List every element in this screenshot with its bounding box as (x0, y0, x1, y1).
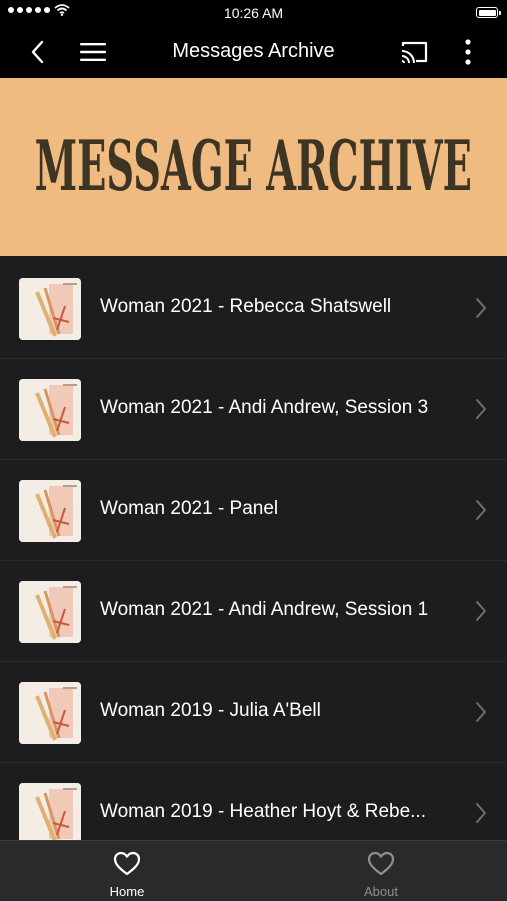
message-thumbnail (19, 480, 81, 542)
cast-button[interactable] (397, 36, 431, 68)
list-item[interactable]: Woman 2021 - Rebecca Shatswell (0, 258, 507, 359)
tab-about[interactable]: About (254, 841, 507, 901)
status-bar: 10:26 AM (0, 0, 507, 26)
chevron-right-icon (476, 803, 486, 823)
message-thumbnail (19, 682, 81, 744)
message-list: Woman 2021 - Rebecca Shatswell Woman 202… (0, 258, 507, 840)
heart-icon (367, 851, 395, 876)
status-time: 10:26 AM (223, 5, 284, 21)
list-item[interactable]: Woman 2019 - Heather Hoyt & Rebe... (0, 763, 507, 840)
archive-banner: MESSAGE ARCHIVE (0, 78, 507, 256)
battery-icon (476, 7, 501, 18)
list-item-label: Woman 2021 - Andi Andrew, Session 1 (100, 599, 429, 620)
list-item-label: Woman 2021 - Rebecca Shatswell (100, 296, 392, 317)
tab-label: Home (109, 884, 145, 899)
message-thumbnail (19, 278, 81, 340)
chevron-right-icon (476, 298, 486, 318)
message-thumbnail (19, 581, 81, 643)
message-thumbnail (19, 783, 81, 840)
heart-icon (113, 851, 141, 876)
more-options-button[interactable] (451, 36, 485, 68)
tab-bar: Home About (0, 840, 507, 901)
more-vertical-icon (465, 39, 471, 65)
nav-bar: Messages Archive (0, 26, 507, 78)
message-thumbnail (19, 379, 81, 441)
banner-title: MESSAGE ARCHIVE (34, 126, 473, 208)
tab-label: About (364, 884, 398, 899)
list-item[interactable]: Woman 2021 - Panel (0, 460, 507, 561)
list-item[interactable]: Woman 2021 - Andi Andrew, Session 3 (0, 359, 507, 460)
list-item-label: Woman 2021 - Andi Andrew, Session 3 (100, 397, 429, 418)
tab-home[interactable]: Home (0, 841, 254, 901)
list-item[interactable]: Woman 2021 - Andi Andrew, Session 1 (0, 561, 507, 662)
cast-icon (401, 41, 428, 64)
chevron-right-icon (476, 702, 486, 722)
chevron-right-icon (476, 500, 486, 520)
chevron-right-icon (476, 601, 486, 621)
list-item[interactable]: Woman 2019 - Julia A'Bell (0, 662, 507, 763)
list-item-label: Woman 2021 - Panel (100, 498, 279, 519)
chevron-right-icon (476, 399, 486, 419)
list-item-label: Woman 2019 - Heather Hoyt & Rebe... (100, 801, 426, 822)
list-item-label: Woman 2019 - Julia A'Bell (100, 700, 321, 721)
